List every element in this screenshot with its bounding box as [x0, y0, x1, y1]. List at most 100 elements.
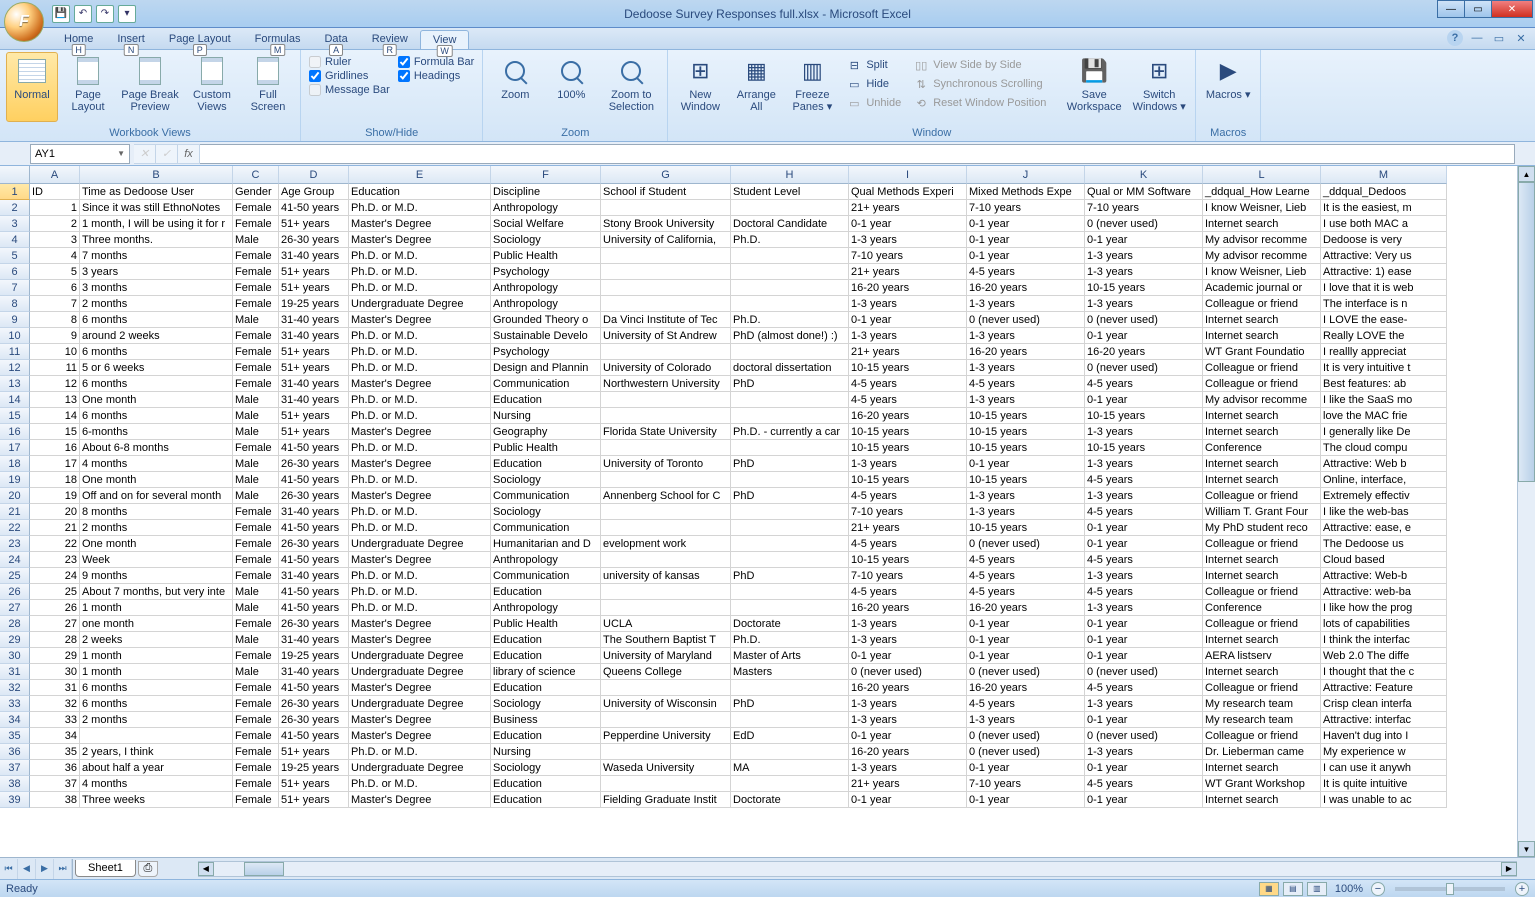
cell[interactable]: _ddqual_How Learne [1203, 184, 1321, 200]
row-header[interactable]: 24 [0, 552, 30, 568]
cell[interactable] [731, 248, 849, 264]
cell[interactable]: 6 months [80, 312, 233, 328]
cell[interactable]: I think the interfac [1321, 632, 1447, 648]
cell[interactable]: William T. Grant Four [1203, 504, 1321, 520]
cell[interactable]: Female [233, 776, 279, 792]
cell[interactable]: Time as Dedoose User [80, 184, 233, 200]
cell[interactable] [731, 392, 849, 408]
doc-restore-button[interactable]: ▭ [1491, 30, 1507, 46]
cell[interactable] [601, 392, 731, 408]
cell[interactable]: 0 (never used) [1085, 360, 1203, 376]
cell[interactable]: 5 or 6 weeks [80, 360, 233, 376]
cell[interactable]: 8 [30, 312, 80, 328]
cell[interactable]: Female [233, 504, 279, 520]
row-header[interactable]: 19 [0, 472, 30, 488]
cell[interactable] [731, 344, 849, 360]
cell[interactable]: 16-20 years [849, 680, 967, 696]
cell[interactable]: 21+ years [849, 200, 967, 216]
normal-view-icon[interactable]: ▦ [1259, 882, 1279, 896]
cell[interactable]: 41-50 years [279, 200, 349, 216]
cell[interactable]: Internet search [1203, 312, 1321, 328]
cell[interactable] [731, 552, 849, 568]
cell[interactable]: 10-15 years [1085, 408, 1203, 424]
column-header[interactable]: M [1321, 166, 1447, 184]
row-header[interactable]: 27 [0, 600, 30, 616]
cell[interactable]: Education [491, 632, 601, 648]
cell[interactable]: 8 months [80, 504, 233, 520]
cell[interactable] [601, 200, 731, 216]
cell[interactable]: Ph.D. or M.D. [349, 600, 491, 616]
zoom-100-button[interactable]: 100% [545, 52, 597, 122]
cell[interactable]: Female [233, 696, 279, 712]
cell[interactable]: 2 years, I think [80, 744, 233, 760]
cell[interactable]: 6 months [80, 680, 233, 696]
cell[interactable]: 7-10 years [1085, 200, 1203, 216]
cell[interactable]: 26-30 years [279, 488, 349, 504]
cell[interactable]: 3 years [80, 264, 233, 280]
cell[interactable]: 4-5 years [967, 264, 1085, 280]
cell[interactable]: Female [233, 648, 279, 664]
cell[interactable]: Colleague or friend [1203, 296, 1321, 312]
cell[interactable]: Master's Degree [349, 488, 491, 504]
cell[interactable]: Master's Degree [349, 456, 491, 472]
cell[interactable]: 41-50 years [279, 600, 349, 616]
cell[interactable]: Undergraduate Degree [349, 696, 491, 712]
cell[interactable]: UCLA [601, 616, 731, 632]
cell[interactable]: Master's Degree [349, 632, 491, 648]
cell[interactable]: 21+ years [849, 520, 967, 536]
name-box[interactable]: AY1▼ [30, 144, 130, 164]
cell[interactable]: Dedoose is very [1321, 232, 1447, 248]
cell[interactable]: 41-50 years [279, 680, 349, 696]
cell[interactable]: WT Grant Foundatio [1203, 344, 1321, 360]
cell[interactable]: Mixed Methods Expe [967, 184, 1085, 200]
row-header[interactable]: 29 [0, 632, 30, 648]
tab-data[interactable]: DataA [312, 30, 359, 49]
cell[interactable]: AERA listserv [1203, 648, 1321, 664]
cell[interactable]: Ph.D. or M.D. [349, 776, 491, 792]
cell[interactable]: 1 month [80, 664, 233, 680]
cell[interactable]: About 7 months, but very inte [80, 584, 233, 600]
cell[interactable]: 4-5 years [1085, 376, 1203, 392]
cell[interactable]: Three weeks [80, 792, 233, 808]
cell[interactable] [731, 296, 849, 312]
row-header[interactable]: 12 [0, 360, 30, 376]
cell[interactable]: Week [80, 552, 233, 568]
cell[interactable]: About 6-8 months [80, 440, 233, 456]
cell[interactable]: 51+ years [279, 264, 349, 280]
cell[interactable]: Education [491, 792, 601, 808]
cell[interactable] [601, 344, 731, 360]
cell[interactable]: 4-5 years [1085, 472, 1203, 488]
cell[interactable]: 4-5 years [967, 568, 1085, 584]
row-header[interactable]: 9 [0, 312, 30, 328]
cell[interactable]: 51+ years [279, 216, 349, 232]
cell[interactable]: My advisor recomme [1203, 232, 1321, 248]
cell[interactable] [731, 712, 849, 728]
column-header[interactable]: F [491, 166, 601, 184]
cell[interactable] [731, 744, 849, 760]
cell[interactable] [601, 552, 731, 568]
cell[interactable]: I like the web-bas [1321, 504, 1447, 520]
cell[interactable]: Anthropology [491, 552, 601, 568]
close-button[interactable]: ✕ [1491, 0, 1533, 18]
tab-insert[interactable]: InsertN [105, 30, 157, 49]
page-break-view-icon[interactable]: ▥ [1307, 882, 1327, 896]
cell[interactable] [731, 440, 849, 456]
cell[interactable]: I was unable to ac [1321, 792, 1447, 808]
cell[interactable]: Conference [1203, 600, 1321, 616]
cell[interactable]: Extremely effectiv [1321, 488, 1447, 504]
cell[interactable]: 2 months [80, 712, 233, 728]
cell[interactable]: The cloud compu [1321, 440, 1447, 456]
column-header[interactable]: K [1085, 166, 1203, 184]
cell[interactable]: Sustainable Develo [491, 328, 601, 344]
column-header[interactable]: H [731, 166, 849, 184]
cell[interactable]: Master's Degree [349, 216, 491, 232]
cell[interactable]: 1-3 years [1085, 744, 1203, 760]
cell[interactable]: 26-30 years [279, 456, 349, 472]
cell[interactable]: Education [491, 728, 601, 744]
cell[interactable]: Ph.D. or M.D. [349, 472, 491, 488]
cell[interactable]: 0-1 year [1085, 648, 1203, 664]
row-header[interactable]: 20 [0, 488, 30, 504]
cell[interactable]: Gender [233, 184, 279, 200]
cell[interactable]: I know Weisner, Lieb [1203, 200, 1321, 216]
scroll-left-button[interactable]: ◀ [198, 862, 214, 876]
